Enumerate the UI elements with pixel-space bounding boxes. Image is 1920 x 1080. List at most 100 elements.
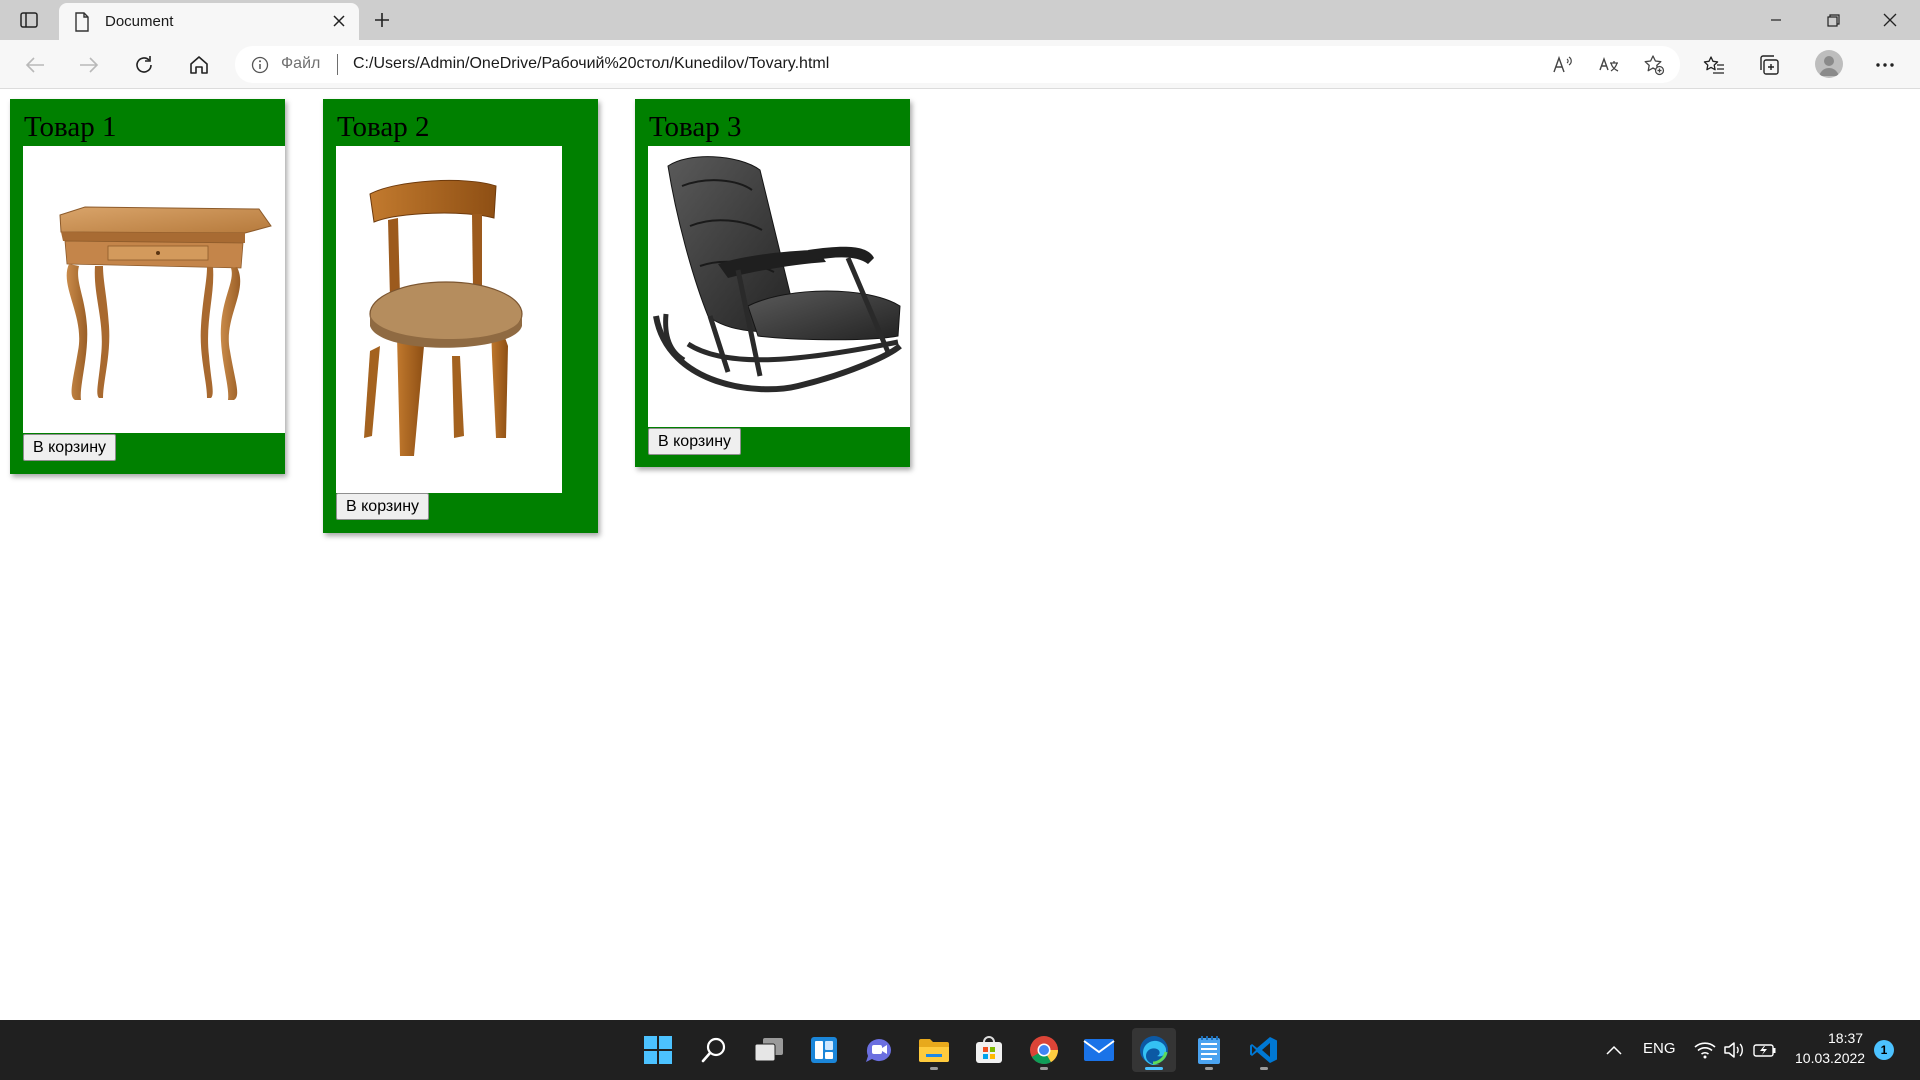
star-add-icon [1644,55,1665,76]
profile-avatar[interactable] [1815,50,1843,78]
chevron-up-icon [1606,1045,1622,1055]
product-image-chair [336,146,562,493]
tab-actions-button[interactable] [14,7,44,33]
running-indicator [1040,1067,1048,1070]
restore-icon [1826,13,1840,27]
forward-button[interactable] [73,49,105,81]
new-tab-button[interactable] [368,6,396,34]
translate-icon [1599,56,1619,72]
home-icon [190,56,208,74]
address-bar[interactable]: Файл C:/Users/Admin/OneDrive/Рабочий%20с… [235,46,1680,83]
vs-code-button[interactable] [1242,1028,1286,1072]
collections-button[interactable] [1753,49,1785,81]
plus-icon [375,13,389,27]
volume-status[interactable] [1722,1038,1746,1062]
add-to-cart-button[interactable]: В корзину [23,434,117,461]
back-button[interactable] [19,49,51,81]
edge-icon [1140,1036,1168,1065]
favorites-button[interactable] [1698,49,1730,81]
info-icon[interactable] [251,56,269,74]
product-title: Товар 3 [649,111,742,143]
running-indicator [930,1067,938,1070]
edge-button[interactable] [1132,1028,1176,1072]
language-indicator[interactable]: ENG [1643,1040,1676,1057]
widgets-icon [811,1037,837,1063]
product-title: Товар 1 [24,111,117,143]
microsoft-store-button[interactable] [967,1028,1011,1072]
windows-taskbar: ENG 18:37 10.03.2022 1 [0,1020,1920,1080]
running-indicator [1205,1067,1213,1070]
tab-title: Document [105,13,174,30]
tab-close-button[interactable] [329,11,349,31]
wifi-icon [1694,1042,1716,1059]
taskbar-search-button[interactable] [692,1028,736,1072]
product-image-table [23,146,285,433]
read-aloud-button[interactable] [1551,53,1575,77]
mail-button[interactable] [1077,1028,1121,1072]
refresh-icon [136,56,152,73]
settings-more-button[interactable] [1869,49,1901,81]
store-icon [976,1036,1002,1063]
running-indicator [1260,1067,1268,1070]
more-icon [1876,63,1894,67]
close-window-button[interactable] [1862,0,1918,40]
file-explorer-button[interactable] [912,1028,956,1072]
restore-button[interactable] [1805,0,1861,40]
windows-start-icon [644,1036,672,1064]
file-scheme-label: Файл [281,55,321,72]
rocking-chair-image [653,156,902,393]
browser-toolbar: Файл C:/Users/Admin/OneDrive/Рабочий%20с… [0,40,1920,89]
arrow-right-icon [80,57,99,73]
running-indicator [1145,1067,1163,1070]
arrow-left-icon [25,57,44,73]
show-hidden-icons-button[interactable] [1602,1038,1626,1062]
task-view-button[interactable] [747,1028,791,1072]
close-icon [1883,13,1897,27]
product-image-rocking-chair [648,146,910,427]
add-favorite-button[interactable] [1642,53,1666,77]
wooden-table-image [59,206,272,400]
search-icon [701,1037,726,1063]
notification-badge[interactable]: 1 [1874,1040,1894,1060]
browser-tab-bar: Document [0,0,1920,40]
close-icon [333,15,345,27]
read-aloud-icon [1553,55,1572,73]
notepad-icon [1198,1036,1220,1064]
page-content: Товар 1 В корзину Товар 2 В корзину Това… [0,89,1920,1020]
wifi-status[interactable] [1693,1038,1717,1062]
chat-icon [866,1039,891,1062]
minimize-button[interactable] [1748,0,1804,40]
clock-date[interactable]: 10.03.2022 [1795,1050,1865,1066]
vs-code-icon [1250,1037,1277,1063]
product-card-2: Товар 2 В корзину [323,99,598,533]
folder-icon [919,1039,949,1062]
user-icon [1819,56,1839,76]
chrome-icon [1030,1036,1058,1064]
tab-actions-icon [20,12,38,28]
url-text[interactable]: C:/Users/Admin/OneDrive/Рабочий%20стол/K… [353,55,829,73]
favorites-icon [1703,56,1724,74]
address-separator [337,54,338,75]
task-view-icon [754,1038,783,1062]
add-to-cart-button[interactable]: В корзину [648,428,742,455]
clock-time[interactable]: 18:37 [1828,1030,1863,1046]
wooden-chair-image [364,180,523,456]
product-card-3: Товар 3 В корзину [635,99,910,467]
refresh-button[interactable] [128,49,160,81]
volume-icon [1724,1042,1743,1058]
collections-icon [1760,55,1779,75]
active-tab[interactable]: Document [59,3,359,40]
chrome-button[interactable] [1022,1028,1066,1072]
start-button[interactable] [636,1028,680,1072]
translate-button[interactable] [1597,53,1621,77]
battery-status[interactable] [1753,1038,1777,1062]
home-button[interactable] [183,49,215,81]
mail-icon [1083,1039,1115,1061]
battery-charging-icon [1753,1044,1776,1057]
notepad-button[interactable] [1187,1028,1231,1072]
teams-chat-button[interactable] [857,1028,901,1072]
widgets-button[interactable] [802,1028,846,1072]
minimize-icon [1771,19,1781,21]
product-title: Товар 2 [337,111,430,143]
add-to-cart-button[interactable]: В корзину [336,493,430,520]
